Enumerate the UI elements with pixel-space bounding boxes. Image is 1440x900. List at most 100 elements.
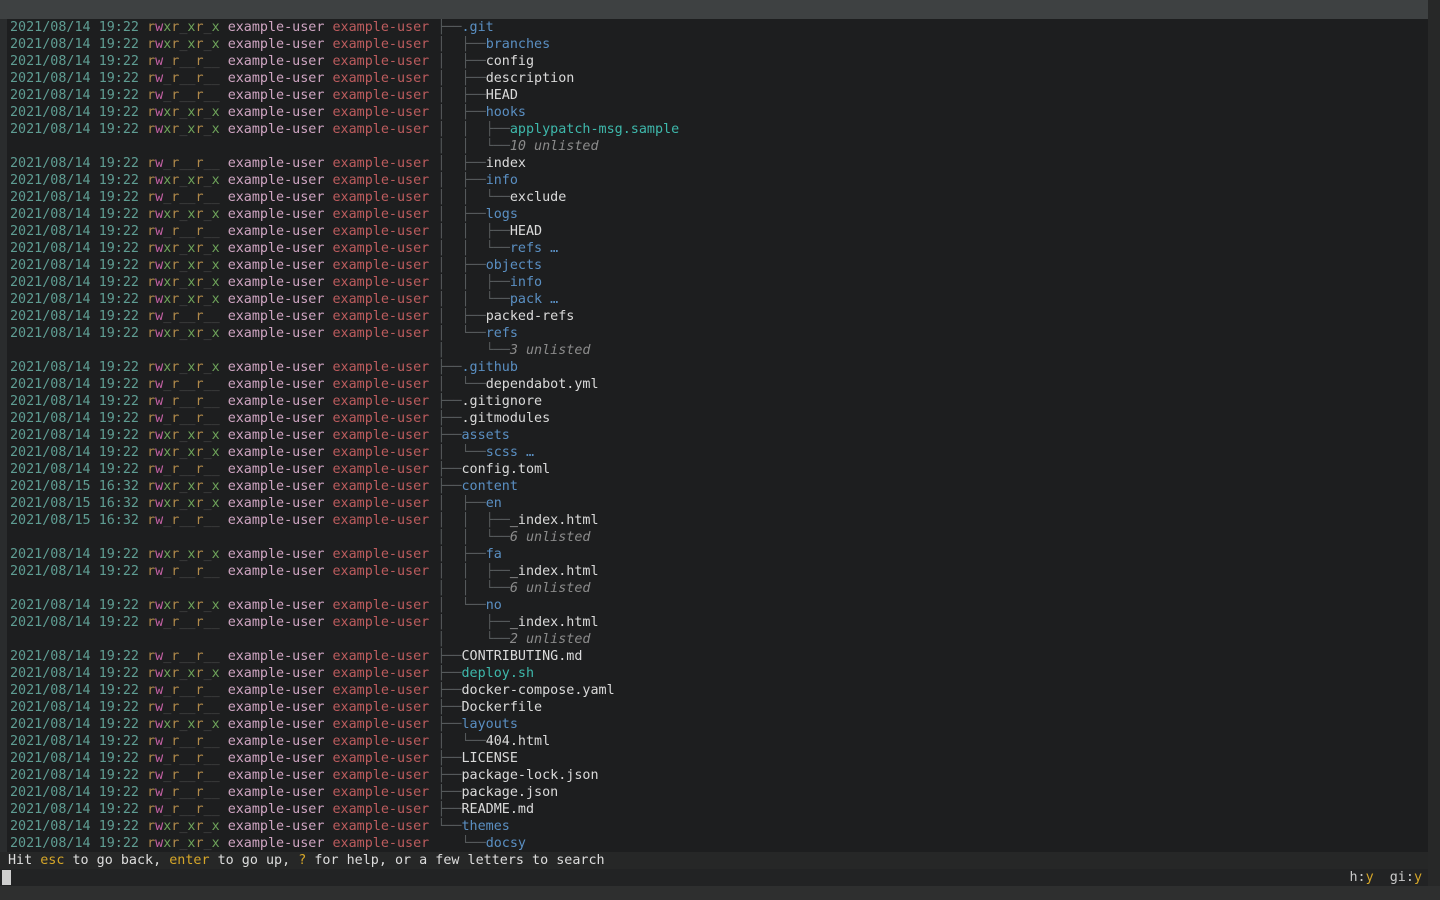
tree-row[interactable]: 2021/08/14 19:22 rw_r__r__ example-user …: [0, 189, 1428, 206]
tree-row[interactable]: │ │ └──6 unlisted: [0, 580, 1428, 597]
tree-row[interactable]: 2021/08/14 19:22 rw_r__r__ example-user …: [0, 223, 1428, 240]
entry-name[interactable]: _index.html: [510, 615, 599, 630]
tree-row[interactable]: 2021/08/14 19:22 rw_r__r__ example-user …: [0, 376, 1428, 393]
entry-name[interactable]: objects: [486, 258, 542, 273]
tree-row[interactable]: 2021/08/14 19:22 rwxr_xr_x example-user …: [0, 665, 1428, 682]
entry-name[interactable]: 6 unlisted: [510, 581, 591, 596]
entry-name[interactable]: 3 unlisted: [510, 343, 591, 358]
tree-row[interactable]: 2021/08/14 19:22 rw_r__r__ example-user …: [0, 699, 1428, 716]
tree-row[interactable]: 2021/08/14 19:22 rwxr_xr_x example-user …: [0, 597, 1428, 614]
entry-name[interactable]: _index.html: [510, 564, 599, 579]
tree-row[interactable]: 2021/08/14 19:22 rw_r__r__ example-user …: [0, 393, 1428, 410]
tree-row[interactable]: 2021/08/14 19:22 rwxr_xr_x example-user …: [0, 121, 1428, 138]
tree-row[interactable]: 2021/08/14 19:22 rwxr_xr_x example-user …: [0, 291, 1428, 308]
tree-row[interactable]: 2021/08/14 19:22 rw_r__r__ example-user …: [0, 70, 1428, 87]
entry-name[interactable]: _index.html: [510, 513, 599, 528]
entry-name[interactable]: refs: [486, 326, 518, 341]
entry-name[interactable]: logs: [486, 207, 518, 222]
tree-row[interactable]: 2021/08/14 19:22 rw_r__r__ example-user …: [0, 767, 1428, 784]
entry-name[interactable]: 6 unlisted: [510, 530, 591, 545]
entry-name[interactable]: content: [462, 479, 518, 494]
tree-row[interactable]: 2021/08/14 19:22 rwxr_xr_x example-user …: [0, 104, 1428, 121]
search-input[interactable]: [13, 869, 1338, 886]
tree-row[interactable]: 2021/08/14 19:22 rw_r__r__ example-user …: [0, 461, 1428, 478]
entry-name[interactable]: docker-compose.yaml: [462, 683, 615, 698]
tree-row[interactable]: 2021/08/14 19:22 rwxr_xr_x example-user …: [0, 818, 1428, 835]
entry-name[interactable]: docsy: [486, 836, 526, 851]
entry-name[interactable]: .git: [462, 20, 494, 35]
entry-name[interactable]: hooks: [486, 105, 526, 120]
entry-name[interactable]: README.md: [462, 802, 535, 817]
tree-row[interactable]: 2021/08/14 19:22 rw_r__r__ example-user …: [0, 563, 1428, 580]
entry-name[interactable]: HEAD: [510, 224, 542, 239]
entry-name[interactable]: pack: [510, 292, 542, 307]
tree-row[interactable]: 2021/08/15 16:32 rwxr_xr_x example-user …: [0, 495, 1428, 512]
entry-name[interactable]: fa: [486, 547, 502, 562]
tree-row[interactable]: 2021/08/14 19:22 rw_r__r__ example-user …: [0, 750, 1428, 767]
tree-row[interactable]: 2021/08/14 19:22 rwxr_xr_x example-user …: [0, 444, 1428, 461]
entry-name[interactable]: config.toml: [462, 462, 551, 477]
entry-name[interactable]: package.json: [462, 785, 559, 800]
tree-row[interactable]: 2021/08/14 19:22 rwxr_xr_x example-user …: [0, 257, 1428, 274]
entry-name[interactable]: exclude: [510, 190, 566, 205]
tree-row[interactable]: 2021/08/15 16:32 rwxr_xr_x example-user …: [0, 478, 1428, 495]
entry-name[interactable]: LICENSE: [462, 751, 518, 766]
tree-row[interactable]: 2021/08/14 19:22 rwxr_xr_x example-user …: [0, 19, 1428, 36]
entry-permissions: rwxr_xr_x: [147, 37, 220, 52]
entry-name[interactable]: CONTRIBUTING.md: [462, 649, 583, 664]
entry-name[interactable]: packed-refs: [486, 309, 575, 324]
tree-row[interactable]: 2021/08/14 19:22 rw_r__r__ example-user …: [0, 308, 1428, 325]
tree-row[interactable]: 2021/08/14 19:22 rw_r__r__ example-user …: [0, 801, 1428, 818]
tree-row[interactable]: 2021/08/14 19:22 rw_r__r__ example-user …: [0, 410, 1428, 427]
entry-name[interactable]: description: [486, 71, 575, 86]
entry-name[interactable]: .github: [462, 360, 518, 375]
tree-row[interactable]: 2021/08/14 19:22 rw_r__r__ example-user …: [0, 784, 1428, 801]
entry-name[interactable]: refs: [510, 241, 542, 256]
tree-row[interactable]: 2021/08/14 19:22 rw_r__r__ example-user …: [0, 733, 1428, 750]
entry-name[interactable]: index: [486, 156, 526, 171]
entry-name[interactable]: .gitmodules: [462, 411, 551, 426]
tree-row[interactable]: 2021/08/14 19:22 rwxr_xr_x example-user …: [0, 716, 1428, 733]
entry-name[interactable]: package-lock.json: [462, 768, 599, 783]
tree-row[interactable]: 2021/08/14 19:22 rwxr_xr_x example-user …: [0, 835, 1428, 852]
entry-name[interactable]: applypatch-msg.sample: [510, 122, 679, 137]
entry-name[interactable]: Dockerfile: [462, 700, 543, 715]
tree-row[interactable]: 2021/08/14 19:22 rwxr_xr_x example-user …: [0, 325, 1428, 342]
tree-row[interactable]: 2021/08/14 19:22 rwxr_xr_x example-user …: [0, 546, 1428, 563]
tree-row[interactable]: 2021/08/14 19:22 rw_r__r__ example-user …: [0, 87, 1428, 104]
tree-row[interactable]: 2021/08/14 19:22 rwxr_xr_x example-user …: [0, 36, 1428, 53]
tree-row[interactable]: 2021/08/14 19:22 rwxr_xr_x example-user …: [0, 172, 1428, 189]
entry-name[interactable]: 10 unlisted: [510, 139, 599, 154]
tree-row[interactable]: 2021/08/15 16:32 rw_r__r__ example-user …: [0, 512, 1428, 529]
entry-name[interactable]: scss: [486, 445, 518, 460]
entry-name[interactable]: dependabot.yml: [486, 377, 599, 392]
entry-name[interactable]: config: [486, 54, 534, 69]
entry-name[interactable]: info: [486, 173, 518, 188]
tree-row[interactable]: │ └──2 unlisted: [0, 631, 1428, 648]
entry-name[interactable]: branches: [486, 37, 551, 52]
entry-name[interactable]: info: [510, 275, 542, 290]
tree-row[interactable]: 2021/08/14 19:22 rwxr_xr_x example-user …: [0, 206, 1428, 223]
entry-name[interactable]: no: [486, 598, 502, 613]
tree-row[interactable]: │ │ └──10 unlisted: [0, 138, 1428, 155]
tree-row[interactable]: 2021/08/14 19:22 rw_r__r__ example-user …: [0, 53, 1428, 70]
tree-row[interactable]: 2021/08/14 19:22 rwxr_xr_x example-user …: [0, 240, 1428, 257]
entry-name[interactable]: 404.html: [486, 734, 551, 749]
tree-row[interactable]: 2021/08/14 19:22 rw_r__r__ example-user …: [0, 648, 1428, 665]
tree-row[interactable]: 2021/08/14 19:22 rwxr_xr_x example-user …: [0, 427, 1428, 444]
entry-name[interactable]: HEAD: [486, 88, 518, 103]
tree-row[interactable]: 2021/08/14 19:22 rw_r__r__ example-user …: [0, 614, 1428, 631]
tree-row[interactable]: 2021/08/14 19:22 rwxr_xr_x example-user …: [0, 274, 1428, 291]
entry-name[interactable]: en: [486, 496, 502, 511]
entry-name[interactable]: 2 unlisted: [510, 632, 591, 647]
tree-row[interactable]: │ └──3 unlisted: [0, 342, 1428, 359]
entry-name[interactable]: .gitignore: [462, 394, 543, 409]
tree-row[interactable]: 2021/08/14 19:22 rw_r__r__ example-user …: [0, 682, 1428, 699]
entry-name[interactable]: themes: [462, 819, 510, 834]
entry-name[interactable]: deploy.sh: [462, 666, 535, 681]
tree-row[interactable]: 2021/08/14 19:22 rw_r__r__ example-user …: [0, 155, 1428, 172]
entry-name[interactable]: assets: [462, 428, 510, 443]
tree-row[interactable]: │ │ └──6 unlisted: [0, 529, 1428, 546]
tree-row[interactable]: 2021/08/14 19:22 rwxr_xr_x example-user …: [0, 359, 1428, 376]
entry-name[interactable]: layouts: [462, 717, 518, 732]
